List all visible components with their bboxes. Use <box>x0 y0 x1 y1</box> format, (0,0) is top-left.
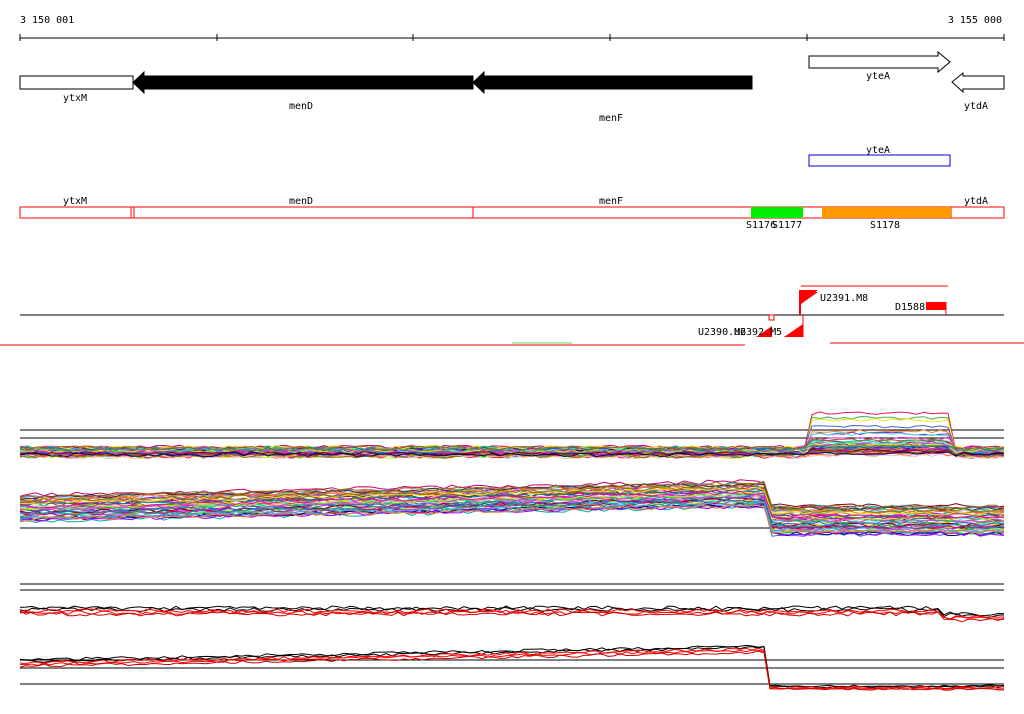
gene-label-menD: menD <box>289 101 313 112</box>
segment-label-ytdA: ytdA <box>964 196 988 207</box>
segment-feature-S1178[interactable] <box>822 207 951 218</box>
feature-label-S1177: S1177 <box>772 220 802 231</box>
promoter-stem-U2390 <box>768 314 775 321</box>
operon-label-yteA: yteA <box>866 145 890 156</box>
expression-series-line <box>20 645 1005 689</box>
gene-menF[interactable] <box>472 70 753 95</box>
promoter-label-U2391: U2391.M8 <box>820 293 868 304</box>
promoter-label-D1588: D1588 <box>895 302 925 313</box>
gene-ytdA[interactable] <box>951 71 1005 94</box>
segment-track: ytxM menD menF ytdA S1176 S1177 S1178 <box>19 196 1005 231</box>
segment-feature-S1176-S1177[interactable] <box>751 207 803 218</box>
segment-label-ytxM: ytxM <box>63 196 87 207</box>
gene-label-yteA: yteA <box>866 71 890 82</box>
segment-label-menD: menD <box>289 196 313 207</box>
genome-browser-view: 3 150 001 3 155 000 ytxM menD menF yteA … <box>0 15 1024 691</box>
promoter-track: U2391.M8 D1588 U2390.M6 U2392.M5 <box>0 285 1024 346</box>
gene-yteA[interactable] <box>808 50 951 74</box>
gene-label-menF: menF <box>599 113 623 124</box>
coordinate-ruler: 3 150 001 3 155 000 <box>19 15 1005 41</box>
gene-label-ytdA: ytdA <box>964 101 988 112</box>
promoter-marker-D1588[interactable] <box>926 302 946 310</box>
gene-ytxM[interactable] <box>19 75 134 90</box>
gene-menD[interactable] <box>132 70 474 95</box>
expression-series-line <box>19 644 1005 688</box>
expression-series-line <box>19 611 1005 623</box>
ruler-start-label: 3 150 001 <box>20 15 74 26</box>
gene-track: ytxM menD menF yteA ytdA <box>19 50 1005 124</box>
operon-box-yteA[interactable] <box>808 154 951 167</box>
segment-label-menF: menF <box>599 196 623 207</box>
gene-label-ytxM: ytxM <box>63 93 87 104</box>
ruler-end-label: 3 155 000 <box>948 15 1002 26</box>
expression-profile-black-red <box>19 583 1005 691</box>
feature-label-S1178: S1178 <box>870 220 900 231</box>
operon-track: yteA <box>808 145 951 167</box>
promoter-flag-U2391 <box>801 292 818 304</box>
expression-series-line <box>19 609 1005 621</box>
expression-profile-multicolor <box>19 411 1005 537</box>
promoter-label-U2392: U2392.M5 <box>734 327 782 338</box>
promoter-flag-U2392[interactable] <box>784 324 803 337</box>
